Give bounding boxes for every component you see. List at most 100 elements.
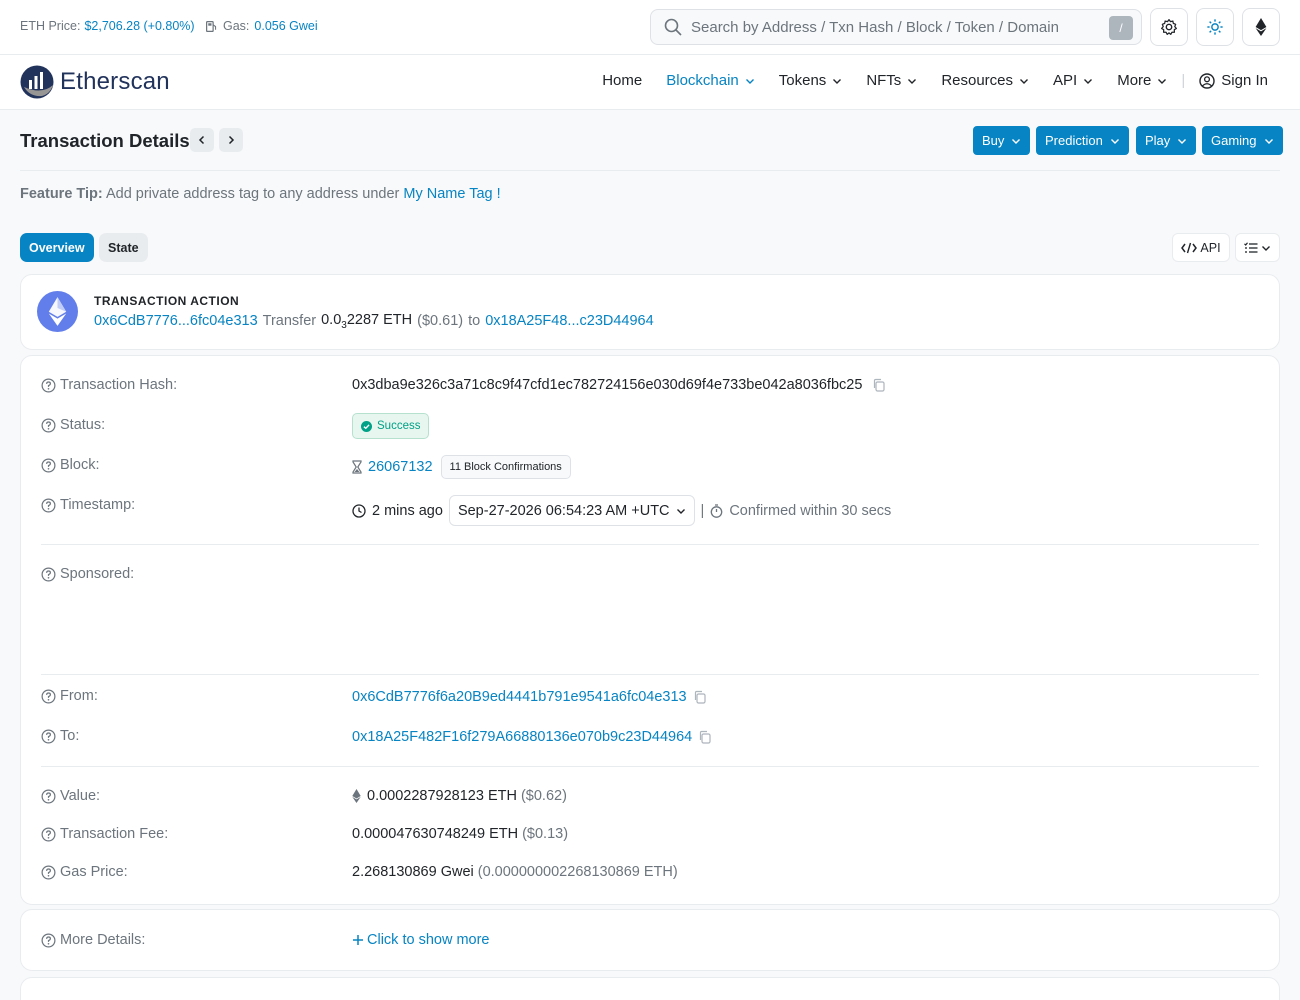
stopwatch-icon	[710, 503, 723, 518]
nav-menu: Home Blockchain Tokens NFTs Resources AP…	[578, 72, 1268, 89]
chevron-down-icon	[1020, 78, 1029, 84]
play-dropdown-button[interactable]: Play	[1136, 126, 1197, 155]
chevron-down-icon	[1110, 138, 1119, 144]
value-label: Value:	[41, 788, 100, 804]
from-address-link[interactable]: 0x6CdB7776f6a20B9ed4441b791e9541a6fc04e3…	[352, 689, 687, 705]
nav-tokens[interactable]: Tokens	[779, 72, 843, 89]
gas-price-value-row: 2.268130869 Gwei (0.000000002268130869 E…	[352, 864, 678, 880]
transaction-value: 0.0002287928123 ETH	[367, 788, 517, 804]
main-navbar: Etherscan Home Blockchain Tokens NFTs Re…	[0, 55, 1300, 110]
api-button[interactable]: API	[1172, 233, 1230, 262]
hash-label: Transaction Hash:	[41, 377, 177, 393]
chevron-down-icon	[1262, 245, 1270, 251]
gas-pump-icon	[206, 20, 217, 32]
buy-dropdown-button[interactable]: Buy	[973, 126, 1031, 155]
show-more-link[interactable]: Click to show more	[352, 932, 489, 948]
chevron-down-icon	[1264, 138, 1273, 144]
transaction-action-title: TRANSACTION ACTION	[94, 294, 240, 308]
eth-price-value[interactable]: $2,706.28 (+0.80%)	[84, 19, 194, 33]
action-from-address[interactable]: 0x6CdB7776...6fc04e313	[94, 313, 258, 329]
chevron-down-icon	[676, 508, 685, 514]
chevron-down-icon	[908, 78, 917, 84]
gaming-dropdown-button[interactable]: Gaming	[1202, 126, 1283, 155]
from-label: From:	[41, 688, 98, 704]
question-circle-icon[interactable]	[41, 827, 56, 842]
next-txn-button[interactable]	[219, 128, 243, 152]
search-shortcut-key: /	[1109, 16, 1133, 40]
transaction-action-line: 0x6CdB7776...6fc04e313 Transfer 0.032287…	[94, 312, 654, 331]
chevron-down-icon	[833, 78, 842, 84]
fee-value-row: 0.000047630748249 ETH ($0.13)	[352, 826, 569, 842]
question-circle-icon[interactable]	[41, 689, 56, 704]
to-address-link[interactable]: 0x18A25F482F16f279A66880136e070b9c23D449…	[352, 729, 692, 745]
nav-blockchain[interactable]: Blockchain	[666, 72, 755, 89]
status-badge: Success	[352, 413, 430, 439]
question-circle-icon[interactable]	[41, 729, 56, 744]
list-check-icon	[1244, 241, 1258, 253]
copy-icon[interactable]	[872, 378, 886, 392]
theme-toggle-button[interactable]	[1196, 8, 1234, 46]
question-circle-icon[interactable]	[41, 498, 56, 513]
code-icon	[1181, 242, 1198, 253]
search-input[interactable]	[691, 18, 1101, 36]
copy-icon[interactable]	[693, 690, 707, 704]
view-options-button[interactable]	[1235, 233, 1280, 262]
search-bar: /	[650, 9, 1142, 45]
transaction-action-card: TRANSACTION ACTION 0x6CdB7776...6fc04e31…	[20, 274, 1280, 350]
from-value-row: 0x6CdB7776f6a20B9ed4441b791e9541a6fc04e3…	[352, 689, 707, 705]
block-confirmations-badge: 11 Block Confirmations	[440, 455, 571, 479]
copy-icon[interactable]	[698, 730, 712, 744]
ethereum-icon	[1255, 18, 1267, 36]
gas-price: 2.268130869 Gwei	[352, 864, 474, 880]
timestamp-format-select[interactable]: Sep-27-2026 06:54:23 AM +UTC	[448, 495, 695, 526]
settings-button[interactable]	[1150, 8, 1188, 46]
question-circle-icon[interactable]	[41, 789, 56, 804]
question-circle-icon[interactable]	[41, 458, 56, 473]
next-section-card	[20, 977, 1280, 1000]
feature-tip: Feature Tip: Add private address tag to …	[20, 186, 501, 202]
hourglass-icon	[352, 460, 362, 474]
nav-nfts[interactable]: NFTs	[866, 72, 917, 89]
status-value-row: Success	[352, 413, 430, 439]
nav-resources[interactable]: Resources	[941, 72, 1029, 89]
divider	[41, 766, 1259, 767]
question-circle-icon[interactable]	[41, 418, 56, 433]
chevron-down-icon	[1178, 138, 1187, 144]
chevron-down-icon	[1084, 78, 1093, 84]
fee-label: Transaction Fee:	[41, 826, 168, 842]
page-heading: Transaction Details Buy Prediction Play …	[20, 126, 1283, 171]
etherscan-logo-icon	[20, 65, 54, 99]
chevron-down-icon	[1158, 78, 1167, 84]
nav-home[interactable]: Home	[602, 72, 642, 89]
network-button[interactable]	[1242, 8, 1280, 46]
chevron-down-icon	[1012, 138, 1021, 144]
nav-separator: |	[1181, 72, 1186, 89]
question-circle-icon[interactable]	[41, 933, 56, 948]
sun-icon	[1207, 19, 1223, 35]
value-value-row: 0.0002287928123 ETH ($0.62)	[352, 788, 567, 804]
chevron-down-icon	[745, 78, 754, 84]
time-ago: 2 mins ago	[372, 502, 443, 519]
etherscan-logo[interactable]: Etherscan	[20, 65, 170, 99]
block-number-link[interactable]: 26067132	[368, 459, 433, 475]
action-to-address[interactable]: 0x18A25F48...c23D44964	[485, 313, 654, 329]
gas-value[interactable]: 0.056 Gwei	[254, 19, 317, 33]
tab-overview[interactable]: Overview	[20, 233, 94, 262]
tab-state[interactable]: State	[99, 233, 148, 262]
question-circle-icon[interactable]	[41, 378, 56, 393]
prediction-dropdown-button[interactable]: Prediction	[1036, 126, 1129, 155]
plus-icon	[353, 935, 363, 945]
previous-txn-button[interactable]	[190, 128, 214, 152]
question-circle-icon[interactable]	[41, 567, 56, 582]
question-circle-icon[interactable]	[41, 865, 56, 880]
action-amount: 0.032287 ETH	[321, 312, 413, 331]
gas-tracker: Gas: 0.056 Gwei	[205, 19, 318, 33]
chevron-right-icon	[228, 135, 235, 145]
nav-api[interactable]: API	[1053, 72, 1093, 89]
clock-icon	[352, 503, 366, 518]
nav-more[interactable]: More	[1117, 72, 1167, 89]
ethereum-token-icon	[37, 291, 78, 332]
my-name-tag-link[interactable]: My Name Tag !	[403, 186, 500, 202]
block-value-row: 26067132 11 Block Confirmations	[352, 455, 571, 479]
sign-in-link[interactable]: Sign In	[1199, 72, 1268, 89]
